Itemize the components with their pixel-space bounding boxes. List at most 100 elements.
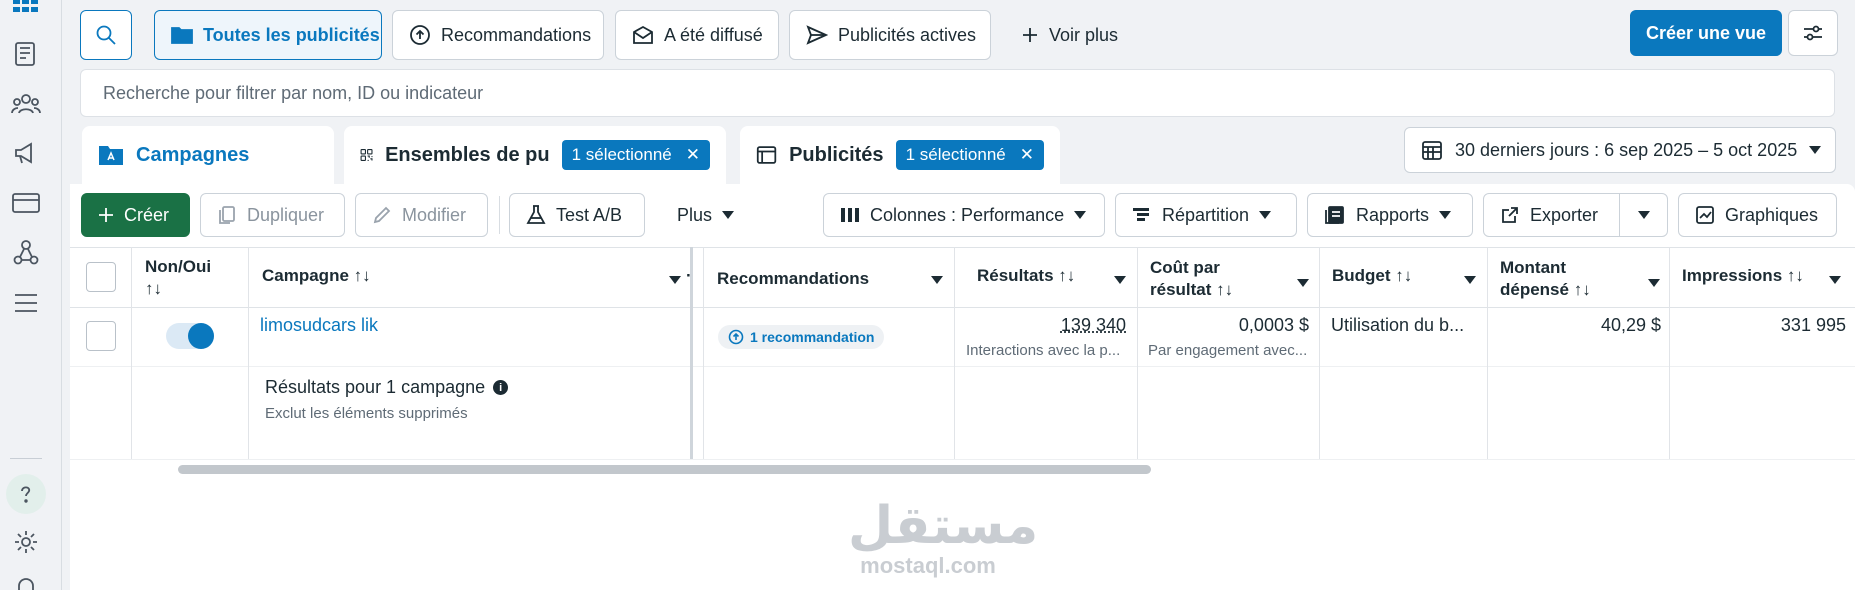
adsets-selection-chip[interactable]: 1 sélectionné ✕ <box>562 140 710 170</box>
tab-adsets[interactable]: Ensembles de pu 1 sélectionné ✕ <box>344 126 726 184</box>
ads-window-icon <box>756 144 777 166</box>
plus-icon <box>98 207 114 223</box>
adsets-grid-icon <box>360 143 373 167</box>
column-divider <box>954 247 955 459</box>
tab-adsets-label: Ensembles de pu <box>385 144 550 167</box>
view-all-ads[interactable]: Toutes les publicités <box>154 10 382 60</box>
view-all-ads-label: Toutes les publicités <box>203 25 380 46</box>
header-impressions[interactable]: Impressions ↑↓ <box>1682 265 1804 287</box>
results-value[interactable]: 139 340 <box>1061 315 1126 336</box>
row-checkbox[interactable] <box>86 321 116 351</box>
watermark-text: mostaql.com <box>848 553 1008 579</box>
create-button-label: Créer <box>124 205 169 226</box>
breakdown-dropdown[interactable]: Répartition <box>1115 193 1297 237</box>
megaphone-icon[interactable] <box>10 137 42 169</box>
upload-circle-icon <box>409 24 431 46</box>
header-amount-spent[interactable]: Montant dépensé ↑↓ <box>1500 257 1591 301</box>
horizontal-scrollbar[interactable] <box>178 465 1151 474</box>
rail-divider <box>10 458 42 459</box>
network-icon[interactable] <box>10 237 42 269</box>
view-delivered[interactable]: A été diffusé <box>615 10 779 60</box>
chevron-down-icon[interactable] <box>669 276 681 284</box>
view-settings-button[interactable] <box>1788 10 1838 56</box>
left-rail <box>0 0 62 590</box>
edit-button[interactable]: Modifier <box>355 193 488 237</box>
header-budget[interactable]: Budget ↑↓ <box>1332 265 1412 287</box>
export-button[interactable]: Exporter <box>1483 193 1620 237</box>
cost-per-result-value: 0,0003 $ <box>1239 315 1309 336</box>
chart-icon <box>1695 205 1715 225</box>
header-toggle-line1: Non/Oui <box>145 256 211 278</box>
tab-campaigns[interactable]: Campagnes <box>82 126 334 184</box>
columns-dropdown[interactable]: Colonnes : Performance <box>823 193 1105 237</box>
duplicate-button[interactable]: Dupliquer <box>200 193 345 237</box>
ab-test-button[interactable]: Test A/B <box>509 193 645 237</box>
export-icon <box>1500 205 1520 225</box>
campaign-toggle[interactable] <box>166 323 214 349</box>
notifications-icon[interactable] <box>10 572 42 590</box>
ads-selection-chip[interactable]: 1 sélectionné ✕ <box>896 140 1044 170</box>
upload-circle-icon <box>728 329 744 345</box>
select-all-checkbox[interactable] <box>86 262 116 292</box>
edit-button-label: Modifier <box>402 205 466 226</box>
create-view-button[interactable]: Créer une vue <box>1630 10 1782 56</box>
view-active-ads[interactable]: Publicités actives <box>789 10 991 60</box>
info-icon[interactable]: i <box>493 380 508 395</box>
campaign-name-link[interactable]: limosudcars lik <box>260 315 378 336</box>
chevron-down-icon[interactable] <box>1464 276 1476 284</box>
watermark-logo: مستقل <box>848 500 1008 552</box>
row-divider <box>70 459 1855 460</box>
charts-button[interactable]: Graphiques <box>1678 193 1837 237</box>
audience-icon[interactable] <box>10 88 42 120</box>
recommendation-badge[interactable]: 1 recommandation <box>718 325 884 349</box>
search-button[interactable] <box>80 10 132 60</box>
header-recommendations[interactable]: Recommandations <box>717 268 869 290</box>
reports-dropdown[interactable]: Rapports <box>1307 193 1473 237</box>
search-placeholder: Recherche pour filtrer par nom, ID ou in… <box>103 83 483 104</box>
sliders-icon <box>1802 24 1824 42</box>
chevron-down-icon[interactable] <box>931 276 943 284</box>
tab-ads-label: Publicités <box>789 144 883 167</box>
campaign-folder-icon <box>98 144 124 166</box>
chevron-down-icon[interactable] <box>1114 276 1126 284</box>
duplicate-icon <box>217 205 237 225</box>
pages-icon[interactable] <box>10 38 42 70</box>
header-cost-per-result[interactable]: Coût par résultat ↑↓ <box>1150 257 1233 301</box>
billing-icon[interactable] <box>10 187 42 219</box>
header-toggle[interactable]: Non/Oui ↑↓ <box>145 256 211 300</box>
menu-icon[interactable] <box>10 287 42 319</box>
search-input[interactable]: Recherche pour filtrer par nom, ID ou in… <box>80 69 1835 117</box>
chevron-down-icon[interactable] <box>1297 279 1309 287</box>
calendar-icon <box>1421 139 1443 161</box>
close-icon[interactable]: ✕ <box>686 145 700 165</box>
columns-label: Colonnes : Performance <box>870 205 1064 226</box>
chevron-down-icon <box>1074 211 1086 219</box>
view-active-ads-label: Publicités actives <box>838 25 976 46</box>
chevron-down-icon[interactable] <box>1829 276 1841 284</box>
date-range-picker[interactable]: 30 derniers jours : 6 sep 2025 – 5 oct 2… <box>1404 127 1836 173</box>
settings-icon[interactable] <box>10 526 42 558</box>
more-actions-dropdown[interactable]: Plus <box>660 193 760 237</box>
header-results[interactable]: Résultats ↑↓ <box>977 265 1075 287</box>
ads-chip-label: 1 sélectionné <box>906 145 1006 165</box>
toolbar-divider <box>499 196 500 234</box>
grid-icon[interactable] <box>10 0 42 24</box>
header-campaign[interactable]: Campagne ↑↓ <box>262 265 371 287</box>
budget-value[interactable]: Utilisation du b... <box>1331 315 1464 336</box>
tab-ads[interactable]: Publicités 1 sélectionné ✕ <box>740 126 1060 184</box>
see-more-button[interactable]: Voir plus <box>1004 10 1130 60</box>
help-icon[interactable] <box>6 474 46 514</box>
envelope-icon <box>632 25 654 45</box>
header-amount-line2: dépensé ↑↓ <box>1500 279 1591 301</box>
export-options-dropdown[interactable] <box>1619 193 1668 237</box>
create-button[interactable]: Créer <box>81 193 190 237</box>
breakdown-icon <box>1132 206 1152 224</box>
send-icon <box>806 25 828 45</box>
view-delivered-label: A été diffusé <box>664 25 763 46</box>
chevron-down-icon[interactable] <box>1648 279 1660 287</box>
view-recommendations[interactable]: Recommandations <box>392 10 604 60</box>
column-divider <box>1669 247 1670 459</box>
breakdown-label: Répartition <box>1162 205 1249 226</box>
header-toggle-line2: ↑↓ <box>145 278 211 300</box>
close-icon[interactable]: ✕ <box>1020 145 1034 165</box>
